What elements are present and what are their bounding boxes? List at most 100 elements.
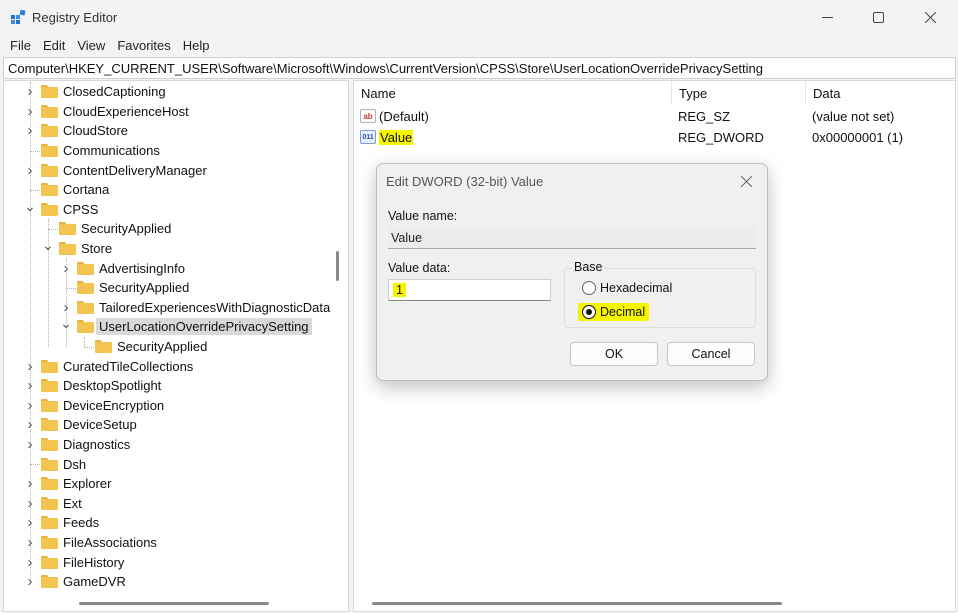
radio-hexadecimal[interactable]: Hexadecimal: [582, 281, 672, 295]
tree-item-label: DeviceEncryption: [63, 397, 165, 413]
column-header-type[interactable]: Type: [672, 81, 806, 105]
tree-item[interactable]: SecurityApplied: [42, 219, 171, 239]
chevron-right-icon[interactable]: ›: [24, 573, 36, 590]
tree-item[interactable]: › Ext: [24, 494, 82, 514]
radio-button[interactable]: [582, 281, 596, 295]
folder-icon: [41, 438, 58, 452]
tree-item[interactable]: › DesktopSpotlight: [24, 376, 162, 396]
folder-icon: [41, 575, 58, 589]
tree-item-label: TailoredExperiencesWithDiagnosticData: [99, 299, 331, 315]
chevron-right-icon[interactable]: ›: [60, 260, 72, 277]
minimize-icon: [821, 16, 833, 18]
tree-item[interactable]: › CuratedTileCollections: [24, 356, 194, 376]
tree-item[interactable]: Dsh: [24, 454, 86, 474]
chevron-right-icon[interactable]: ›: [24, 83, 36, 100]
chevron-right-icon[interactable]: ›: [24, 534, 36, 551]
chevron-right-icon[interactable]: ›: [24, 377, 36, 394]
dialog-title: Edit DWORD (32-bit) Value: [386, 174, 544, 189]
tree-item-label: Cortana: [63, 182, 110, 198]
tree-vertical-scrollbar[interactable]: [336, 251, 339, 281]
folder-icon: [77, 320, 94, 334]
tree-item[interactable]: Cortana: [24, 180, 109, 200]
tree-item[interactable]: › ContentDeliveryManager: [24, 160, 207, 180]
tree-item[interactable]: › GameDVR: [24, 572, 126, 592]
folder-icon: [41, 104, 58, 118]
chevron-right-icon[interactable]: ›: [24, 416, 36, 433]
tree-item[interactable]: › Feeds: [24, 513, 100, 533]
tree-item-label: ContentDeliveryManager: [63, 162, 207, 178]
radio-decimal[interactable]: Decimal: [578, 303, 650, 321]
folder-icon: [41, 457, 58, 471]
chevron-down-icon[interactable]: ⌄: [24, 198, 36, 214]
menu-view[interactable]: View: [71, 38, 111, 53]
chevron-right-icon[interactable]: ›: [24, 162, 36, 179]
key-tree[interactable]: › ClosedCaptioning › CloudExperienceHost › Cl…: [3, 80, 349, 612]
tree-item[interactable]: › CloudStore: [24, 121, 129, 141]
tree-item[interactable]: Communications: [24, 141, 160, 161]
tree-item[interactable]: › DeviceEncryption: [24, 396, 165, 416]
tree-item-label: Explorer: [63, 476, 112, 492]
tree-item-label: GameDVR: [63, 574, 126, 590]
chevron-right-icon[interactable]: ›: [60, 299, 72, 316]
value-row-default[interactable]: ab (Default) REG_SZ (value not set): [354, 106, 955, 126]
value-data-text: 1: [393, 283, 406, 297]
maximize-button[interactable]: [855, 0, 901, 34]
tree-item[interactable]: › Explorer: [24, 474, 112, 494]
folder-icon: [41, 496, 58, 510]
tree-item-label: SecurityApplied: [99, 280, 190, 296]
value-name-field: Value: [388, 227, 756, 249]
chevron-right-icon[interactable]: ›: [24, 514, 36, 531]
column-header-name[interactable]: Name: [354, 81, 672, 105]
value-data: (value not set): [812, 108, 895, 124]
tree-item-label: CuratedTileCollections: [63, 358, 194, 374]
tree-item[interactable]: › Diagnostics: [24, 435, 131, 455]
menu-help[interactable]: Help: [177, 38, 216, 53]
menu-favorites[interactable]: Favorites: [111, 38, 176, 53]
value-row-value[interactable]: 011 Value REG_DWORD 0x00000001 (1): [354, 127, 955, 147]
ok-button[interactable]: OK: [570, 342, 658, 366]
chevron-right-icon[interactable]: ›: [24, 358, 36, 375]
tree-item[interactable]: ⌄ Store: [42, 237, 112, 259]
value-name-label: Value name:: [388, 209, 458, 223]
chevron-down-icon[interactable]: ⌄: [42, 237, 54, 253]
tree-item[interactable]: › ClosedCaptioning: [24, 82, 166, 102]
value-data-input[interactable]: 1: [388, 279, 551, 301]
tree-item[interactable]: SecurityApplied: [60, 278, 189, 298]
close-button[interactable]: [907, 0, 953, 34]
column-header-data[interactable]: Data: [806, 81, 955, 105]
chevron-right-icon[interactable]: ›: [24, 475, 36, 492]
tree-item[interactable]: › CloudExperienceHost: [24, 102, 189, 122]
tree-item[interactable]: ⌄ UserLocationOverridePrivacySetting: [60, 315, 312, 337]
chevron-right-icon[interactable]: ›: [24, 103, 36, 120]
tree-item-label: CloudStore: [63, 123, 129, 139]
radio-button-selected[interactable]: [582, 305, 596, 319]
tree-item[interactable]: › FileAssociations: [24, 533, 157, 553]
tree-item-label: DesktopSpotlight: [63, 378, 162, 394]
value-data-label: Value data:: [388, 261, 451, 275]
menu-edit[interactable]: Edit: [37, 38, 71, 53]
tree-horizontal-scrollbar[interactable]: [79, 602, 269, 605]
cancel-button[interactable]: Cancel: [667, 342, 755, 366]
tree-item[interactable]: › FileHistory: [24, 552, 125, 572]
tree-item[interactable]: › DeviceSetup: [24, 415, 137, 435]
chevron-down-icon[interactable]: ⌄: [60, 315, 72, 331]
chevron-right-icon[interactable]: ›: [24, 436, 36, 453]
values-horizontal-scrollbar[interactable]: [372, 602, 782, 605]
dialog-close-button[interactable]: [733, 170, 759, 192]
tree-item[interactable]: ⌄ CPSS: [24, 198, 98, 220]
tree-item[interactable]: › AdvertisingInfo: [60, 258, 186, 278]
folder-icon: [41, 418, 58, 432]
value-name: Value: [379, 129, 414, 145]
menu-file[interactable]: File: [4, 38, 37, 53]
chevron-right-icon[interactable]: ›: [24, 554, 36, 571]
tree-item-label: DeviceSetup: [63, 417, 137, 433]
address-bar[interactable]: Computer\HKEY_CURRENT_USER\Software\Micr…: [3, 57, 956, 79]
chevron-right-icon[interactable]: ›: [24, 122, 36, 139]
tree-item[interactable]: › TailoredExperiencesWithDiagnosticData: [60, 298, 331, 318]
minimize-button[interactable]: [804, 0, 850, 34]
tree-item[interactable]: SecurityApplied: [78, 337, 207, 357]
folder-icon: [41, 144, 58, 158]
chevron-right-icon[interactable]: ›: [24, 397, 36, 414]
window-title: Registry Editor: [32, 10, 118, 25]
chevron-right-icon[interactable]: ›: [24, 495, 36, 512]
